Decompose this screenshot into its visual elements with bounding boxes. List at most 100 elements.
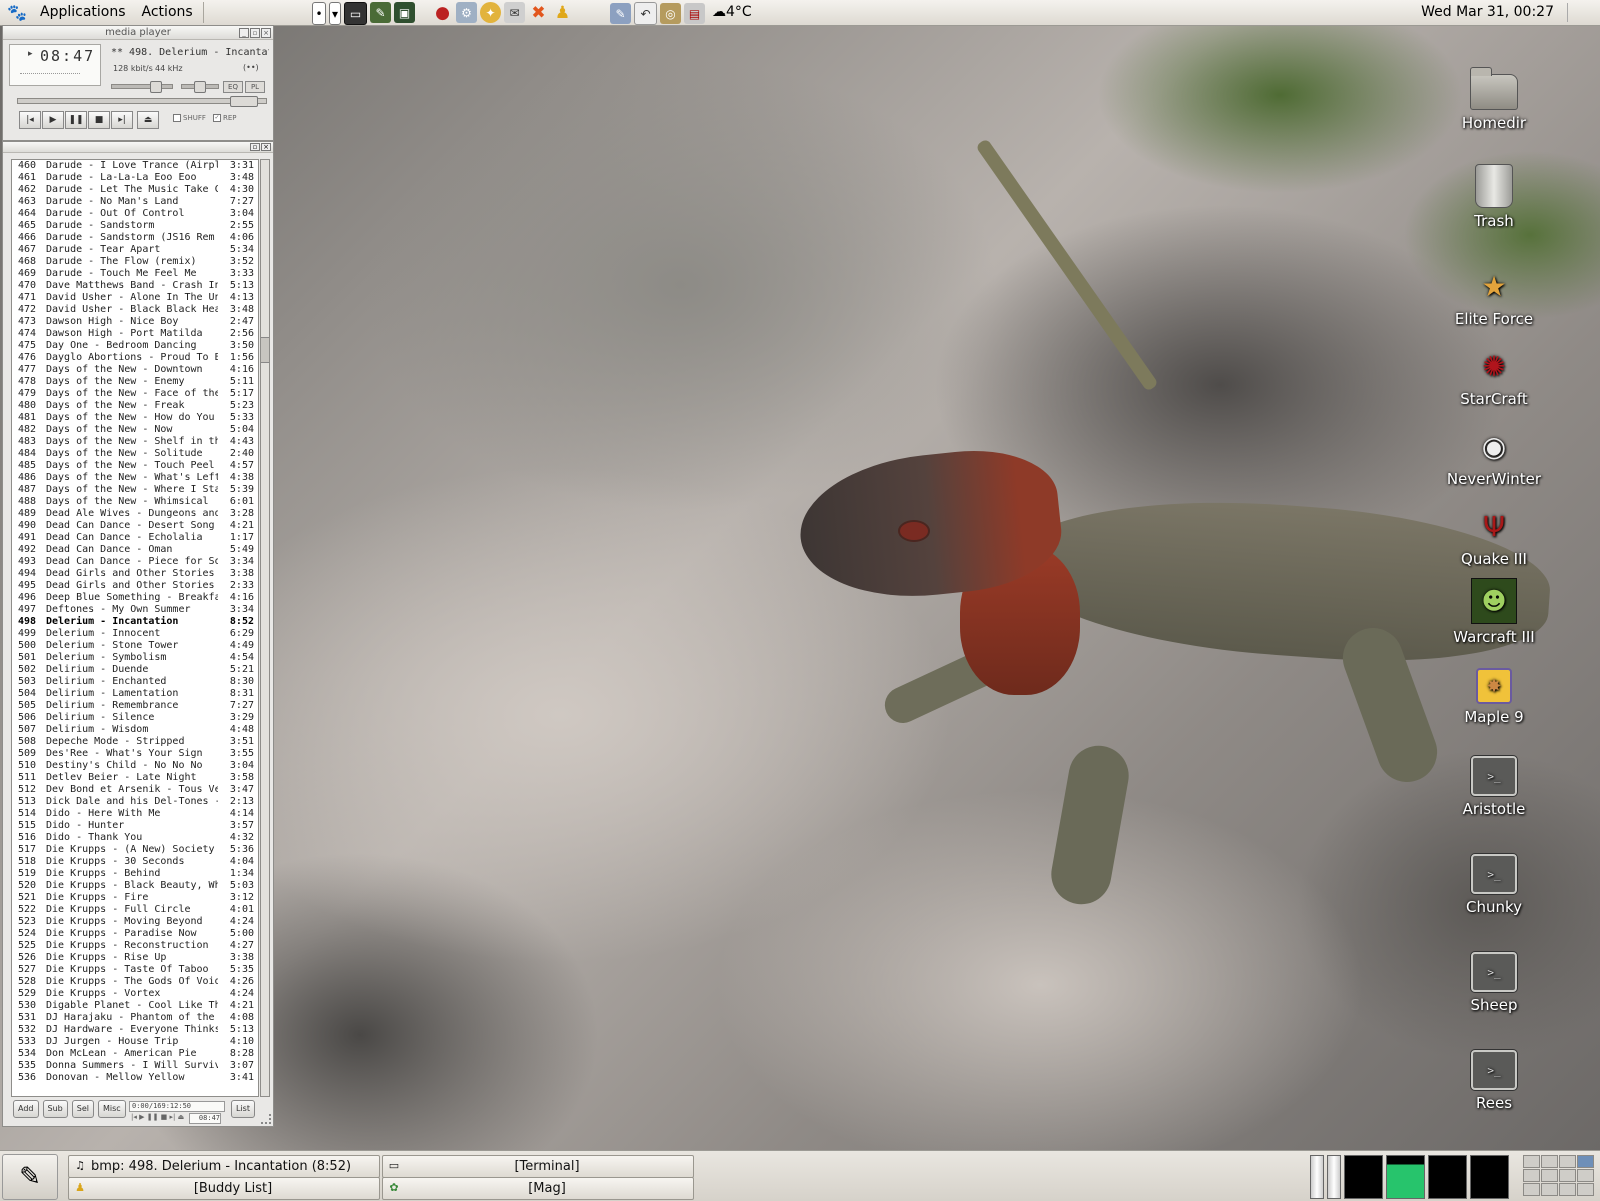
- playlist-scroll-thumb[interactable]: [261, 337, 269, 363]
- cpu-gauge[interactable]: [1310, 1155, 1324, 1199]
- playlist-row[interactable]: 465 Darude - Sandstorm 2:55: [12, 220, 258, 232]
- misc-button[interactable]: Misc: [97, 1100, 126, 1118]
- desktop-icon-neverwinter[interactable]: ◉ NeverWinter: [1434, 422, 1554, 489]
- desktop-icon-chunky[interactable]: >_ Chunky: [1434, 850, 1554, 916]
- playlist-scrollbar[interactable]: [260, 159, 270, 1097]
- playlist-row[interactable]: 531 DJ Harajaku - Phantom of the O 4:08: [12, 1012, 258, 1024]
- playlist-row[interactable]: 460 Darude - I Love Trance (Airplay 3:31: [12, 160, 258, 172]
- task-terminal[interactable]: ▭ [Terminal]: [382, 1155, 694, 1178]
- playlist-row[interactable]: 489 Dead Ale Wives - Dungeons and 3:28: [12, 508, 258, 520]
- stop-button[interactable]: ■: [88, 111, 110, 129]
- workspace-7[interactable]: [1559, 1169, 1576, 1182]
- playlist-row[interactable]: 534 Don McLean - American Pie 8:28: [12, 1048, 258, 1060]
- desktop-icon-rees[interactable]: >_ Rees: [1434, 1046, 1554, 1112]
- playlist-row[interactable]: 476 Dayglo Abortions - Proud To Be 1:56: [12, 352, 258, 364]
- gnome-foot-icon[interactable]: 🐾: [6, 3, 28, 23]
- desktop-icon-trash[interactable]: Trash: [1434, 164, 1554, 230]
- desktop-icon-maple[interactable]: ✸ Maple 9: [1434, 660, 1554, 726]
- desktop-icon-sheep[interactable]: >_ Sheep: [1434, 948, 1554, 1014]
- notes-launcher-icon[interactable]: ✉: [504, 2, 525, 23]
- playlist-row[interactable]: 528 Die Krupps - The Gods Of Void 4:26: [12, 976, 258, 988]
- clock[interactable]: Wed Mar 31, 00:27: [1421, 0, 1554, 25]
- playlist-row[interactable]: 535 Donna Summers - I Will Survive 3:07: [12, 1060, 258, 1072]
- weather-applet[interactable]: ☁4°C: [712, 0, 752, 25]
- sub-button[interactable]: Sub: [42, 1100, 68, 1118]
- elapsed-time[interactable]: 08:47: [40, 47, 95, 65]
- playlist-row[interactable]: 474 Dawson High - Port Matilda 2:56: [12, 328, 258, 340]
- playlist-row[interactable]: 471 David Usher - Alone In The Univ 4:13: [12, 292, 258, 304]
- playlist-row[interactable]: 486 Days of the New - What's Left fo 4:38: [12, 472, 258, 484]
- previous-button[interactable]: |◂: [19, 111, 41, 129]
- show-desktop-button[interactable]: ✎: [2, 1154, 58, 1200]
- playlist-row[interactable]: 473 Dawson High - Nice Boy 2:47: [12, 316, 258, 328]
- buddy-launcher-icon[interactable]: ♟: [552, 2, 573, 23]
- workspace-1[interactable]: [1523, 1155, 1540, 1168]
- playlist-row[interactable]: 490 Dead Can Dance - Desert Song 4:21: [12, 520, 258, 532]
- playlist-row[interactable]: 525 Die Krupps - Reconstruction 4:27: [12, 940, 258, 952]
- close-button[interactable]: ×: [261, 143, 271, 151]
- playlist-row[interactable]: 477 Days of the New - Downtown 4:16: [12, 364, 258, 376]
- chevron-down-icon[interactable]: ▾: [329, 2, 341, 25]
- monitor-launcher-icon[interactable]: ▣: [394, 2, 415, 23]
- playlist-titlebar[interactable]: ▫ ×: [3, 142, 273, 153]
- playlist-row[interactable]: 494 Dead Girls and Other Stories - D 3:38: [12, 568, 258, 580]
- playlist-row[interactable]: 518 Die Krupps - 30 Seconds 4:04: [12, 856, 258, 868]
- playlist-row[interactable]: 504 Delirium - Lamentation 8:31: [12, 688, 258, 700]
- tray-globe-icon[interactable]: ◎: [660, 3, 681, 24]
- pause-button[interactable]: ❚❚: [65, 111, 87, 129]
- volume-knob[interactable]: [150, 81, 162, 93]
- tray-calendar-icon[interactable]: ▤: [684, 3, 705, 24]
- eject-button[interactable]: ⏏: [137, 111, 159, 129]
- cpu-load-graph[interactable]: [1344, 1155, 1383, 1199]
- playlist-row[interactable]: 511 Detlev Beier - Late Night 3:58: [12, 772, 258, 784]
- playlist-list[interactable]: 460 Darude - I Love Trance (Airplay 3:31 46…: [11, 159, 259, 1097]
- tools-launcher-icon[interactable]: ✎: [370, 2, 391, 23]
- playlist-row[interactable]: 532 DJ Hardware - Everyone Thinks 5:13: [12, 1024, 258, 1036]
- playlist-row[interactable]: 529 Die Krupps - Vortex 4:24: [12, 988, 258, 1000]
- tools-x-launcher-icon[interactable]: ✖: [528, 2, 549, 23]
- playlist-row[interactable]: 467 Darude - Tear Apart 5:34: [12, 244, 258, 256]
- playlist-row[interactable]: 491 Dead Can Dance - Echolalia 1:17: [12, 532, 258, 544]
- equalizer-toggle-button[interactable]: EQ: [223, 81, 243, 93]
- playlist-row[interactable]: 469 Darude - Touch Me Feel Me 3:33: [12, 268, 258, 280]
- minimize-button[interactable]: _: [239, 28, 249, 38]
- playlist-row[interactable]: 514 Dido - Here With Me 4:14: [12, 808, 258, 820]
- resize-grip[interactable]: [261, 1114, 271, 1124]
- shuffle-checkbox[interactable]: [173, 114, 181, 122]
- desktop-icon-aristotle[interactable]: >_ Aristotle: [1434, 752, 1554, 818]
- playlist-row[interactable]: 523 Die Krupps - Moving Beyond 4:24: [12, 916, 258, 928]
- workspace-4[interactable]: [1577, 1155, 1594, 1168]
- playlist-row[interactable]: 501 Delerium - Symbolism 4:54: [12, 652, 258, 664]
- playlist-row[interactable]: 480 Days of the New - Freak 5:23: [12, 400, 258, 412]
- seek-knob[interactable]: [230, 96, 258, 107]
- play-button[interactable]: ▶: [42, 111, 64, 129]
- playlist-row[interactable]: 499 Delerium - Innocent 6:29: [12, 628, 258, 640]
- network-launcher-icon[interactable]: ⚙: [456, 2, 477, 23]
- workspace-8[interactable]: [1577, 1169, 1594, 1182]
- playlist-row[interactable]: 461 Darude - La-La-La Eoo Eoo 3:48: [12, 172, 258, 184]
- visualizer[interactable]: [20, 73, 80, 82]
- terminal-launcher-icon[interactable]: ▭: [344, 2, 367, 25]
- playlist-row[interactable]: 479 Days of the New - Face of the Ea 5:17: [12, 388, 258, 400]
- workspace-5[interactable]: [1523, 1169, 1540, 1182]
- seek-bar[interactable]: [17, 96, 267, 107]
- balance-knob[interactable]: [194, 81, 206, 93]
- network-load-graph[interactable]: [1428, 1155, 1467, 1199]
- playlist-row[interactable]: 463 Darude - No Man's Land 7:27: [12, 196, 258, 208]
- playlist-row[interactable]: 502 Delirium - Duende 5:21: [12, 664, 258, 676]
- playlist-row[interactable]: 483 Days of the New - Shelf in the Ro 4:43: [12, 436, 258, 448]
- tray-app-icon[interactable]: ✎: [610, 3, 631, 24]
- playlist-row[interactable]: 508 Depeche Mode - Stripped 3:51: [12, 736, 258, 748]
- playlist-row[interactable]: 530 Digable Planet - Cool Like That 4:21: [12, 1000, 258, 1012]
- playlist-row[interactable]: 520 Die Krupps - Black Beauty, Whit 5:03: [12, 880, 258, 892]
- playlist-row[interactable]: 475 Day One - Bedroom Dancing 3:50: [12, 340, 258, 352]
- desktop-icon-warcraft[interactable]: ☻ Warcraft III: [1434, 578, 1554, 646]
- playlist-row[interactable]: 503 Delirium - Enchanted 8:30: [12, 676, 258, 688]
- song-title-ticker[interactable]: ** 498. Delerium - Incantation (8:52) **…: [111, 47, 269, 58]
- playlist-row[interactable]: 487 Days of the New - Where I Stanc 5:39: [12, 484, 258, 496]
- playlist-row[interactable]: 497 Deftones - My Own Summer 3:34: [12, 604, 258, 616]
- memory-load-graph[interactable]: [1386, 1155, 1425, 1199]
- playlist-row[interactable]: 468 Darude - The Flow (remix) 3:52: [12, 256, 258, 268]
- playlist-row[interactable]: 466 Darude - Sandstorm (JS16 Rem 4:06: [12, 232, 258, 244]
- workspace-10[interactable]: [1541, 1183, 1558, 1196]
